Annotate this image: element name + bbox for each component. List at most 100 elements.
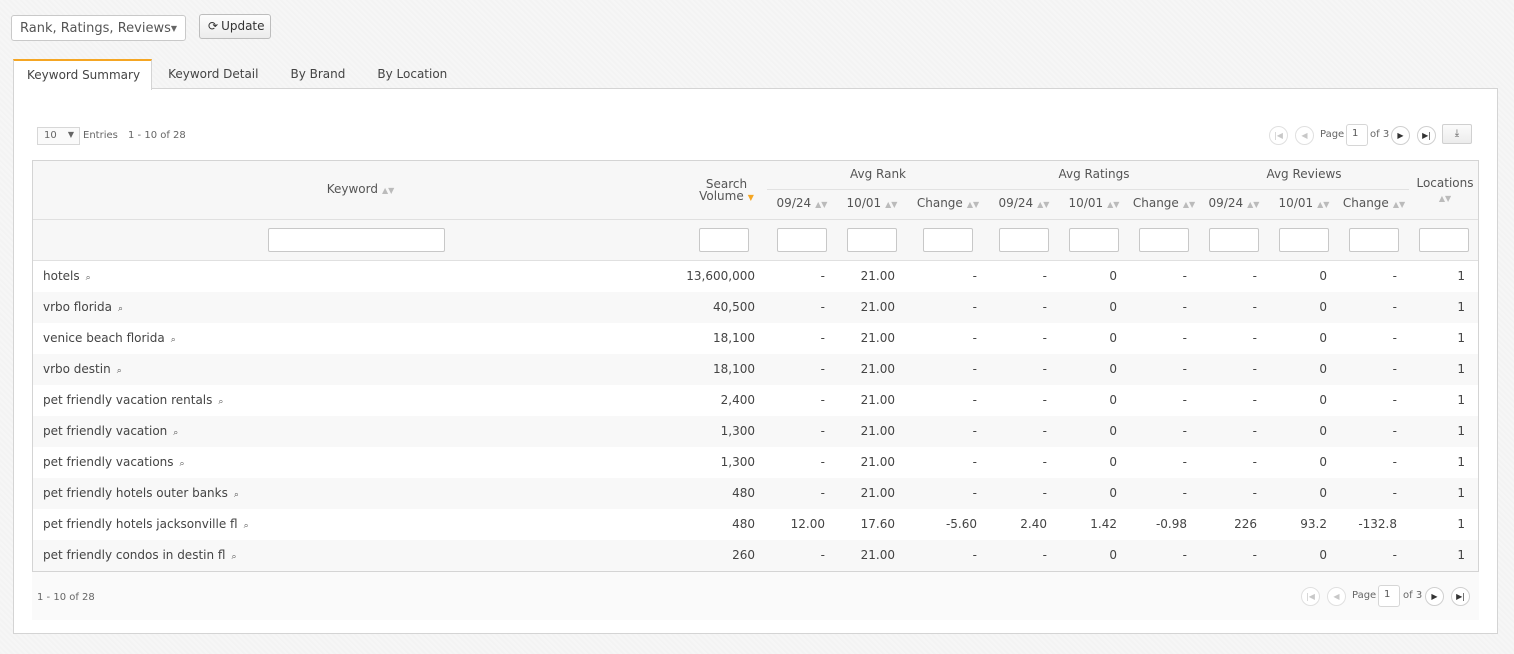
volume-filter-input[interactable] — [699, 228, 749, 252]
table-row[interactable]: vrbo florida ⌕ 40,500 - 21.00 - - 0 - - 0 - 1 — [33, 292, 1478, 323]
col-reviews-0924[interactable]: 09/24 ▲▼ — [1199, 196, 1269, 210]
keyword-cell: pet friendly vacations ⌕ — [43, 455, 185, 469]
col-rank-change[interactable]: Change ▲▼ — [907, 196, 989, 210]
r1-cell: 12.00 — [790, 517, 825, 531]
ratings-change-filter-input[interactable] — [1139, 228, 1189, 252]
keyword-search-icon[interactable]: ⌕ — [171, 335, 176, 345]
sort-desc-icon: ▼ — [747, 193, 754, 202]
reviews-change-filter-input[interactable] — [1349, 228, 1399, 252]
keyword-search-icon[interactable]: ⌕ — [234, 490, 239, 500]
volume-cell: 2,400 — [720, 393, 755, 407]
vc-cell: -132.8 — [1358, 517, 1397, 531]
next-page-icon[interactable]: ▶ — [1391, 126, 1410, 145]
col-keyword-label: Keyword — [326, 182, 378, 196]
page-input[interactable]: 1 — [1346, 124, 1368, 146]
table-row[interactable]: pet friendly vacation ⌕ 1,300 - 21.00 - - 0 - - 0 -… — [33, 416, 1478, 447]
v2-cell: 0 — [1319, 424, 1327, 438]
table-row[interactable]: venice beach florida ⌕ 18,100 - 21.00 - - 0 - - 0 -… — [33, 323, 1478, 354]
page-input[interactable]: 1 — [1378, 585, 1400, 607]
last-page-icon[interactable]: ▶| — [1451, 587, 1470, 606]
v1-cell: - — [1252, 393, 1257, 407]
col-ratings-0924-label: 09/24 — [998, 196, 1034, 210]
loc-cell: 1 — [1457, 269, 1465, 283]
col-locations[interactable]: Locations ▲▼ — [1411, 176, 1479, 206]
footer-range-label: 1 - 10 of 28 — [37, 592, 95, 603]
last-page-icon[interactable]: ▶| — [1417, 126, 1436, 145]
v2-cell: 0 — [1319, 269, 1327, 283]
v2-cell: 0 — [1319, 455, 1327, 469]
r2-cell: 21.00 — [860, 331, 895, 345]
table-row[interactable]: vrbo destin ⌕ 18,100 - 21.00 - - 0 - - 0 - 1 — [33, 354, 1478, 385]
export-button[interactable]: ⤓ — [1442, 124, 1472, 144]
t2-cell: 0 — [1109, 331, 1117, 345]
keyword-search-icon[interactable]: ⌕ — [117, 366, 122, 376]
ratings-1001-filter-input[interactable] — [1069, 228, 1119, 252]
table-row[interactable]: pet friendly vacations ⌕ 1,300 - 21.00 - - 0 - - 0… — [33, 447, 1478, 478]
keyword-cell: pet friendly vacation ⌕ — [43, 424, 178, 438]
keyword-search-icon[interactable]: ⌕ — [173, 428, 178, 438]
grid-header: Keyword ▲▼ Search Volume ▼ Avg Rank Avg Rat… — [33, 161, 1478, 220]
keyword-search-icon[interactable]: ⌕ — [180, 459, 185, 469]
table-row[interactable]: pet friendly vacation rentals ⌕ 2,400 - 21.0… — [33, 385, 1478, 416]
sort-icon: ▲▼ — [885, 200, 898, 209]
rank-change-filter-input[interactable] — [923, 228, 973, 252]
locations-filter-input[interactable] — [1419, 228, 1469, 252]
col-search-volume[interactable]: Search Volume ▼ — [688, 178, 765, 204]
col-reviews-1001[interactable]: 10/01 ▲▼ — [1269, 196, 1339, 210]
col-keyword[interactable]: Keyword ▲▼ — [33, 182, 688, 196]
sort-icon: ▲▼ — [1317, 200, 1330, 209]
rank-1001-filter-input[interactable] — [847, 228, 897, 252]
reviews-0924-filter-input[interactable] — [1209, 228, 1259, 252]
v2-cell: 0 — [1319, 362, 1327, 376]
col-rank-1001[interactable]: 10/01 ▲▼ — [837, 196, 907, 210]
tab-by-brand[interactable]: By Brand — [274, 59, 361, 89]
sort-icon: ▲▼ — [815, 200, 828, 209]
volume-cell: 480 — [732, 486, 755, 500]
t2-cell: 0 — [1109, 424, 1117, 438]
table-row[interactable]: pet friendly hotels jacksonville fl ⌕ 480 1… — [33, 509, 1478, 540]
tab-keyword-summary[interactable]: Keyword Summary — [13, 59, 153, 90]
col-search-volume-label-2: Volume — [699, 189, 744, 203]
r2-cell: 21.00 — [860, 424, 895, 438]
prev-page-icon[interactable]: ◀ — [1327, 587, 1346, 606]
next-page-icon[interactable]: ▶ — [1425, 587, 1444, 606]
keyword-text: pet friendly hotels outer banks — [43, 486, 228, 500]
keyword-cell: vrbo florida ⌕ — [43, 300, 123, 314]
keyword-text: venice beach florida — [43, 331, 165, 345]
table-row[interactable]: pet friendly condos in destin fl ⌕ 260 - 21.… — [33, 540, 1478, 571]
r1-cell: - — [820, 455, 825, 469]
update-button[interactable]: ⟳ Update — [199, 14, 271, 39]
rank-0924-filter-input[interactable] — [777, 228, 827, 252]
v1-cell: - — [1252, 486, 1257, 500]
tab-keyword-detail[interactable]: Keyword Detail — [152, 59, 274, 89]
first-page-icon[interactable]: |◀ — [1301, 587, 1320, 606]
tab-by-location[interactable]: By Location — [361, 59, 463, 89]
t1-cell: 2.40 — [1020, 517, 1047, 531]
tc-cell: - — [1182, 393, 1187, 407]
keyword-filter-input[interactable] — [268, 228, 445, 252]
page-label: Page — [1352, 590, 1377, 601]
ratings-0924-filter-input[interactable] — [999, 228, 1049, 252]
keyword-search-icon[interactable]: ⌕ — [218, 397, 223, 407]
table-row[interactable]: hotels ⌕ 13,600,000 - 21.00 - - 0 - - 0 - 1 — [33, 261, 1478, 292]
filter-row — [33, 220, 1478, 261]
table-row[interactable]: pet friendly hotels outer banks ⌕ 480 - 21.0… — [33, 478, 1478, 509]
col-ratings-change-label: Change — [1132, 196, 1179, 210]
col-ratings-1001[interactable]: 10/01 ▲▼ — [1059, 196, 1129, 210]
keyword-search-icon[interactable]: ⌕ — [244, 521, 249, 531]
col-ratings-change[interactable]: Change ▲▼ — [1129, 196, 1199, 210]
keyword-search-icon[interactable]: ⌕ — [118, 304, 123, 314]
col-reviews-change[interactable]: Change ▲▼ — [1339, 196, 1409, 210]
col-ratings-0924[interactable]: 09/24 ▲▼ — [989, 196, 1059, 210]
reviews-1001-filter-input[interactable] — [1279, 228, 1329, 252]
entries-select[interactable]: 10 ▼ — [37, 127, 80, 145]
content-panel: 10 ▼ Entries 1 - 10 of 28 |◀ ◀ Page 1 of… — [13, 88, 1498, 634]
keyword-search-icon[interactable]: ⌕ — [231, 552, 236, 562]
volume-cell: 13,600,000 — [686, 269, 755, 283]
prev-page-icon[interactable]: ◀ — [1295, 126, 1314, 145]
keyword-search-icon[interactable]: ⌕ — [86, 273, 91, 283]
col-rank-0924[interactable]: 09/24 ▲▼ — [767, 196, 837, 210]
first-page-icon[interactable]: |◀ — [1269, 126, 1288, 145]
page-of-label: of 3 — [1403, 590, 1423, 601]
metric-select[interactable]: Rank, Ratings, Reviews ▼ — [11, 15, 186, 41]
